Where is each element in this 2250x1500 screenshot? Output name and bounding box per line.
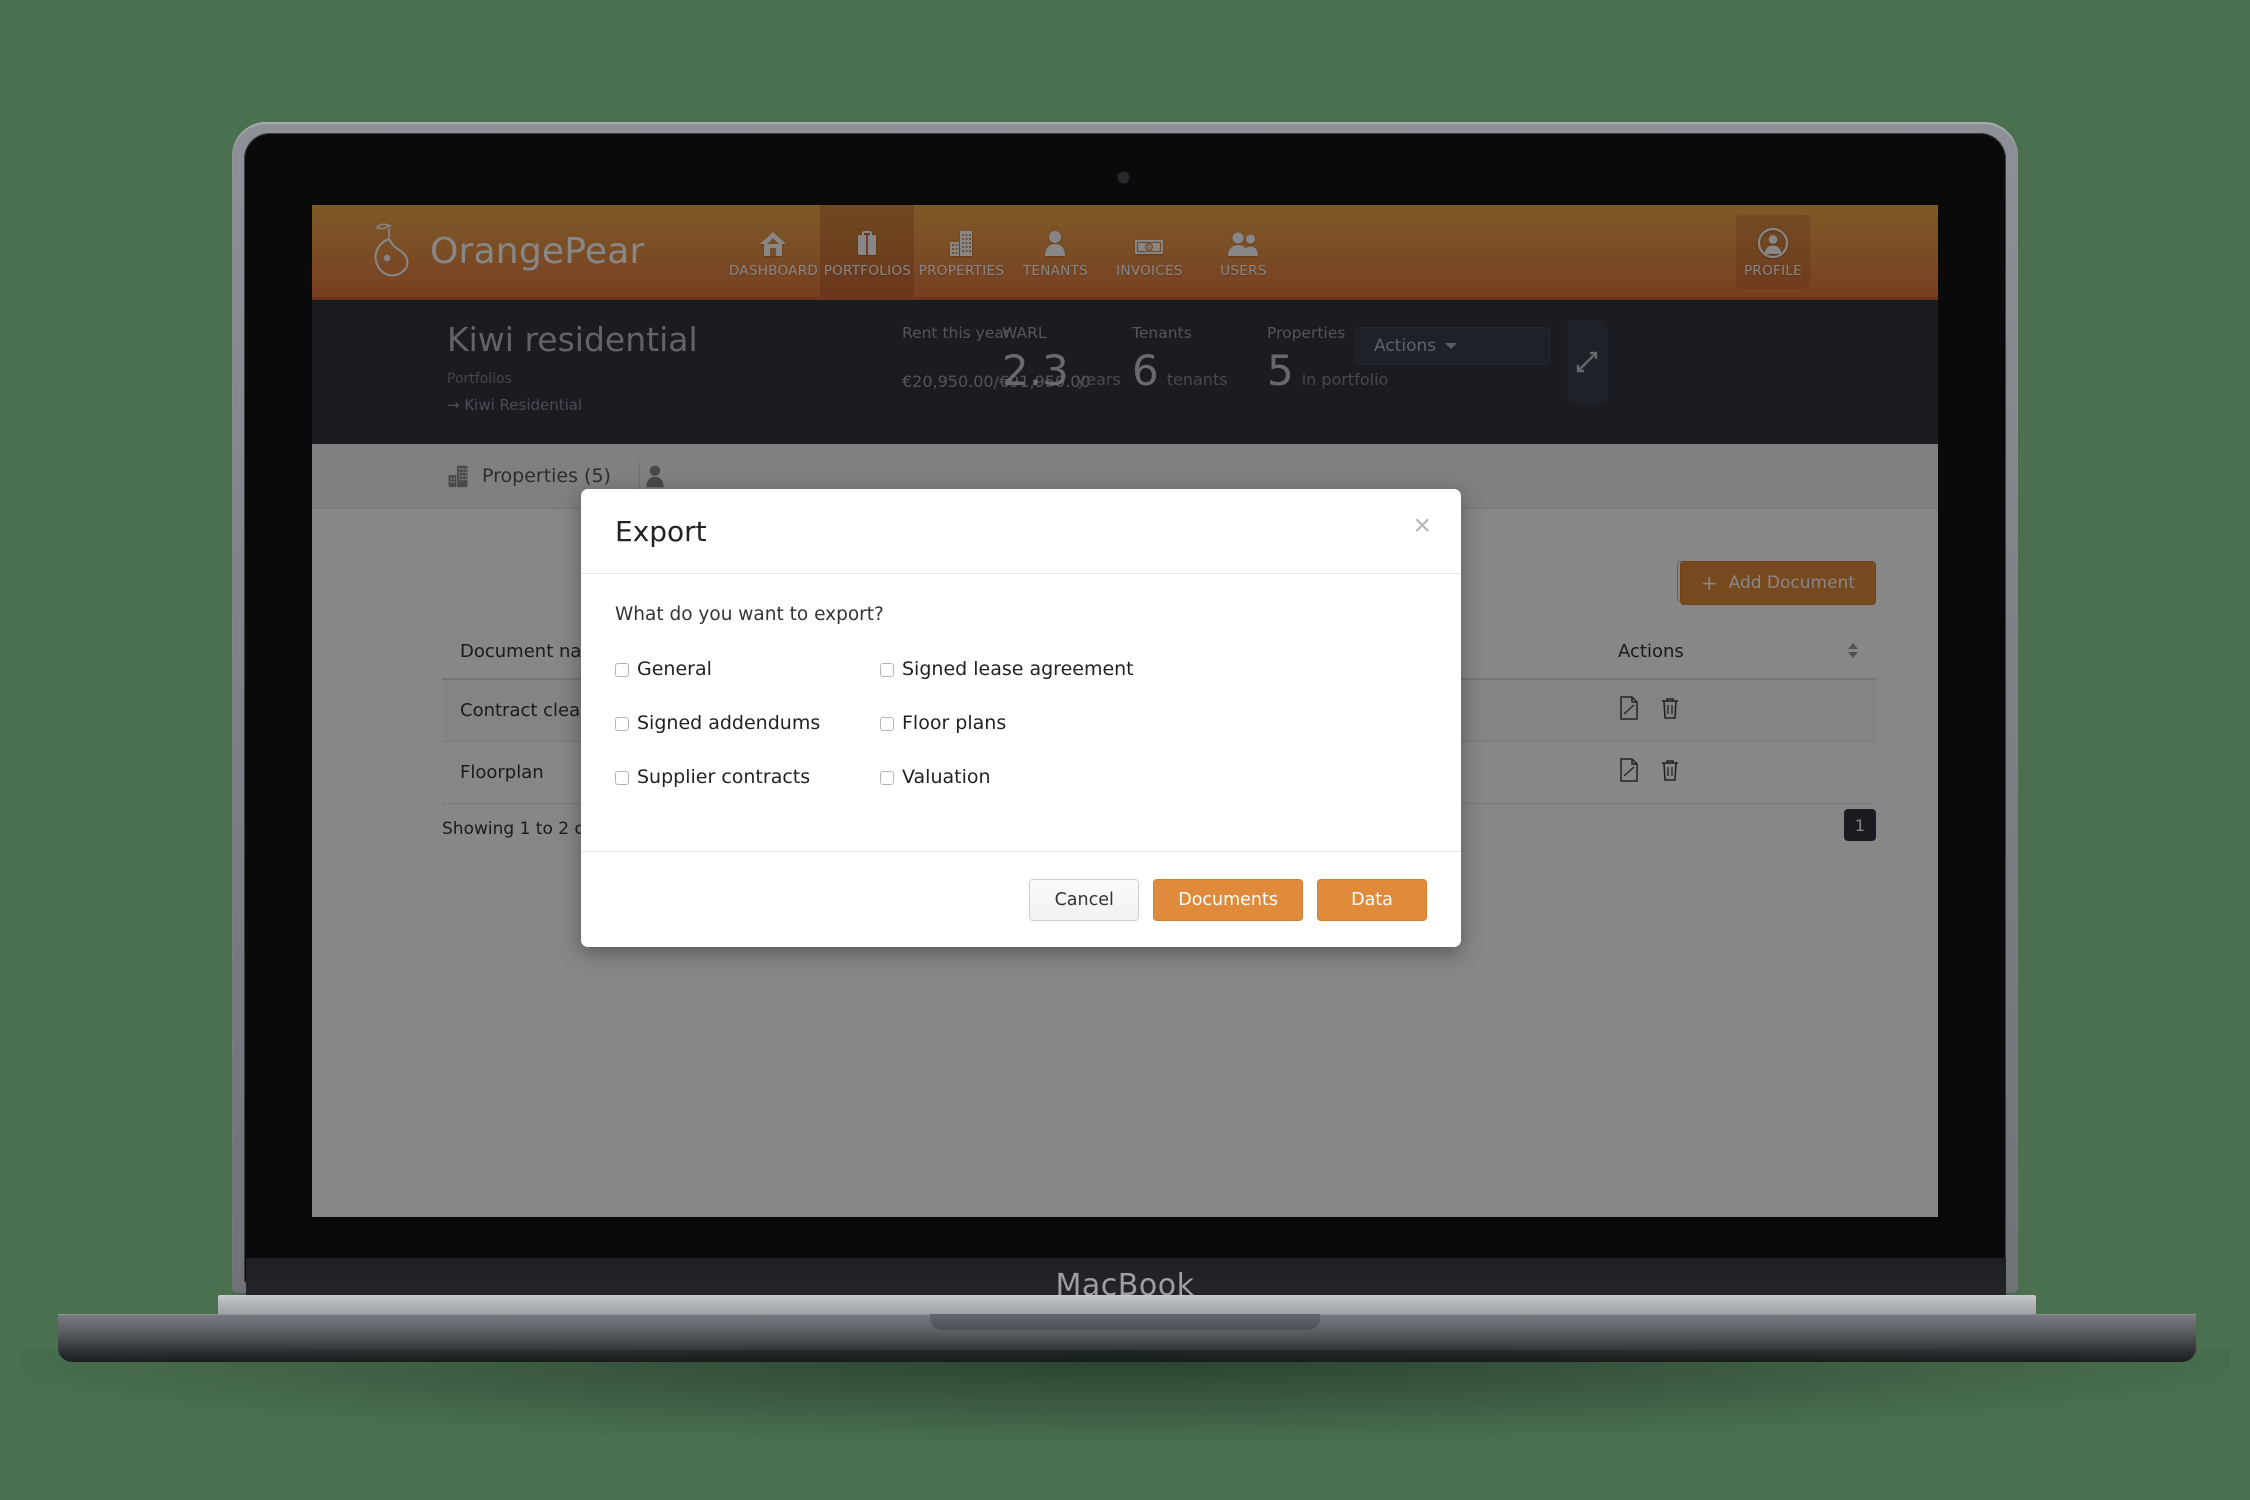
option-floor-plans[interactable]: Floor plans xyxy=(880,714,1427,733)
option-supplier-contracts[interactable]: Supplier contracts xyxy=(615,768,880,787)
scene: OrangePear DASHBOARD PORTFOLIOS PROPERTI… xyxy=(0,0,2250,1500)
laptop-notch xyxy=(930,1314,1320,1330)
option-signed-lease-agreement[interactable]: Signed lease agreement xyxy=(880,660,1427,679)
option-label: Floor plans xyxy=(902,712,1007,734)
option-label: Signed lease agreement xyxy=(902,658,1134,680)
option-label: General xyxy=(637,658,712,680)
laptop-hinge xyxy=(218,1295,2036,1315)
checkbox-signed-lease-agreement[interactable] xyxy=(880,663,894,677)
modal-body: What do you want to export? General Sign… xyxy=(581,574,1461,787)
screen: OrangePear DASHBOARD PORTFOLIOS PROPERTI… xyxy=(312,205,1938,1217)
option-label: Valuation xyxy=(902,766,991,788)
modal-title: Export xyxy=(615,514,707,548)
option-signed-addendums[interactable]: Signed addendums xyxy=(615,714,880,733)
option-valuation[interactable]: Valuation xyxy=(880,768,1427,787)
cancel-button[interactable]: Cancel xyxy=(1029,878,1140,921)
documents-button[interactable]: Documents xyxy=(1153,878,1303,921)
modal-footer: Cancel Documents Data xyxy=(581,851,1461,947)
data-button[interactable]: Data xyxy=(1317,878,1427,921)
checkbox-floor-plans[interactable] xyxy=(880,717,894,731)
option-label: Signed addendums xyxy=(637,712,821,734)
modal-header: Export × xyxy=(581,489,1461,574)
modal-question: What do you want to export? xyxy=(615,604,884,625)
webcam-icon xyxy=(1118,172,1129,183)
export-modal: Export × What do you want to export? Gen… xyxy=(581,489,1461,947)
checkbox-supplier-contracts[interactable] xyxy=(615,771,629,785)
checkbox-general[interactable] xyxy=(615,663,629,677)
checkbox-valuation[interactable] xyxy=(880,771,894,785)
option-general[interactable]: General xyxy=(615,660,880,679)
option-label: Supplier contracts xyxy=(637,766,811,788)
close-icon[interactable]: × xyxy=(1413,511,1431,541)
laptop-shadow xyxy=(20,1350,2230,1440)
export-options: General Signed lease agreement Signed ad… xyxy=(615,660,1427,787)
checkbox-signed-addendums[interactable] xyxy=(615,717,629,731)
